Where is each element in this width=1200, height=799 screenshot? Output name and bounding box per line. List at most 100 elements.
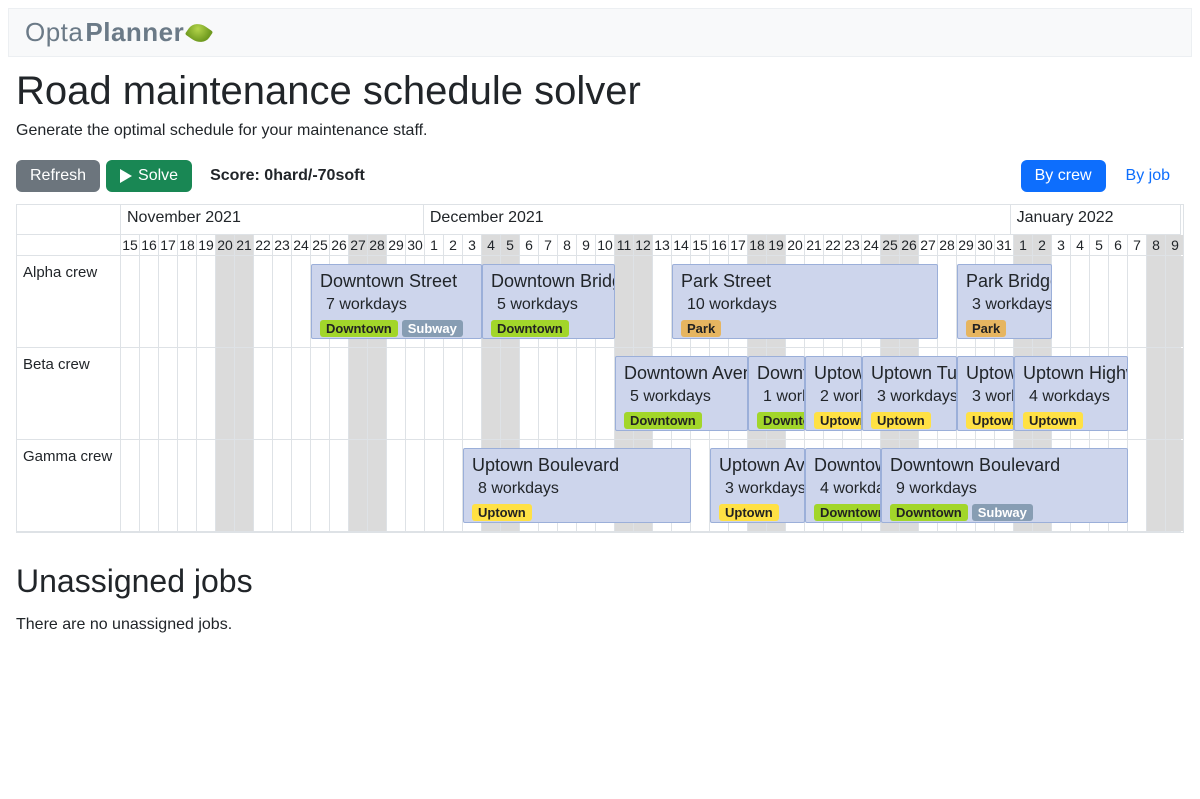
job-block[interactable]: Downtown Bridge 5 workdays Downtown <box>482 264 615 339</box>
day-header: 19 <box>767 235 786 255</box>
job-workdays: 9 workdays <box>896 480 1119 498</box>
brand-logo: OptaPlanner <box>25 17 210 48</box>
day-header: 22 <box>254 235 273 255</box>
page-subtitle: Generate the optimal schedule for your m… <box>16 122 1184 140</box>
day-header: 12 <box>634 235 653 255</box>
day-header: 21 <box>805 235 824 255</box>
refresh-button[interactable]: Refresh <box>16 160 100 192</box>
day-header: 24 <box>292 235 311 255</box>
job-tag: Downtown <box>624 412 702 429</box>
job-title: Downtown Bridge <box>491 271 606 292</box>
crew-label: Alpha crew <box>17 256 121 347</box>
month-header: January 2022 <box>1011 205 1181 234</box>
crew-row: Alpha crew Downtown Street 7 workdays Downt… <box>17 256 1181 348</box>
day-header: 22 <box>824 235 843 255</box>
job-title: Downtown Street <box>320 271 473 292</box>
crew-label: Beta crew <box>17 348 121 439</box>
day-header: 4 <box>1071 235 1090 255</box>
job-tag: Downtown <box>814 504 881 521</box>
job-block[interactable]: Uptown2 workdaysUptown <box>805 356 862 431</box>
day-header: 27 <box>919 235 938 255</box>
day-header: 25 <box>311 235 330 255</box>
day-header: 3 <box>1052 235 1071 255</box>
job-tag: Uptown <box>719 504 779 521</box>
solve-button[interactable]: Solve <box>106 160 192 192</box>
job-block[interactable]: Uptown Avenue3 workdaysUptown <box>710 448 805 523</box>
day-header: 29 <box>957 235 976 255</box>
job-tag: Park <box>681 320 721 337</box>
day-header: 6 <box>1109 235 1128 255</box>
day-header: 20 <box>786 235 805 255</box>
job-tag: Uptown <box>1023 412 1083 429</box>
job-block[interactable]: Uptown Boulevard8 workdaysUptown <box>463 448 691 523</box>
job-workdays: 1 workday <box>763 388 796 406</box>
job-title: Uptown <box>814 363 853 384</box>
day-header: 2 <box>1033 235 1052 255</box>
crew-row: Gamma crew Uptown Boulevard8 workdaysUpto… <box>17 440 1181 532</box>
solve-label: Solve <box>138 167 178 185</box>
day-header: 23 <box>273 235 292 255</box>
job-block[interactable]: Uptown Highway4 workdaysUptown <box>1014 356 1128 431</box>
job-block[interactable]: Uptown Tunnel3 workdaysUptown <box>862 356 957 431</box>
job-title: Downtown <box>757 363 796 384</box>
unassigned-message: There are no unassigned jobs. <box>16 616 1184 634</box>
navbar: OptaPlanner <box>8 8 1192 57</box>
job-tag: Downtown <box>491 320 569 337</box>
day-header: 28 <box>938 235 957 255</box>
day-header: 9 <box>577 235 596 255</box>
job-block[interactable]: Downtown Street7 workdaysDowntownSubway <box>311 264 482 339</box>
day-header: 11 <box>615 235 634 255</box>
job-tag: Downtown <box>320 320 398 337</box>
job-workdays: 7 workdays <box>326 296 473 314</box>
day-header: 16 <box>710 235 729 255</box>
day-header: 3 <box>463 235 482 255</box>
day-header: 5 <box>1090 235 1109 255</box>
day-header: 8 <box>1147 235 1166 255</box>
job-block[interactable]: Downtown Boulevard9 workdaysDowntownSubw… <box>881 448 1128 523</box>
job-workdays: 8 workdays <box>478 480 682 498</box>
day-header: 16 <box>140 235 159 255</box>
day-header: 7 <box>1128 235 1147 255</box>
day-header: 24 <box>862 235 881 255</box>
job-block[interactable]: Park Street10 workdaysPark <box>672 264 938 339</box>
brand-a: Opta <box>25 17 83 48</box>
day-header: 13 <box>653 235 672 255</box>
job-workdays: 10 workdays <box>687 296 929 314</box>
job-tag: Subway <box>972 504 1033 521</box>
job-tag: Uptown <box>966 412 1014 429</box>
job-block[interactable]: Uptown3 workdaysUptown <box>957 356 1014 431</box>
job-tag: Park <box>966 320 1006 337</box>
day-header: 8 <box>558 235 577 255</box>
by-job-button[interactable]: By job <box>1112 160 1184 192</box>
job-tag: Uptown <box>871 412 931 429</box>
job-workdays: 3 workdays <box>972 296 1043 314</box>
day-header: 19 <box>197 235 216 255</box>
day-header: 23 <box>843 235 862 255</box>
job-block[interactable]: Downtown Avenue5 workdaysDowntown <box>615 356 748 431</box>
day-header: 1 <box>1014 235 1033 255</box>
job-title: Uptown Highway <box>1023 363 1119 384</box>
day-header: 28 <box>368 235 387 255</box>
day-header: 1 <box>425 235 444 255</box>
job-block[interactable]: Park Bridge3 workdaysPark <box>957 264 1052 339</box>
page-title: Road maintenance schedule solver <box>16 69 1184 114</box>
job-block[interactable]: Downtown4 workdaysDowntown <box>805 448 881 523</box>
day-header: 26 <box>900 235 919 255</box>
job-tag: Downtown <box>757 412 805 429</box>
day-header: 21 <box>235 235 254 255</box>
day-header: 17 <box>729 235 748 255</box>
job-workdays: 5 workdays <box>497 296 606 314</box>
day-header: 9 <box>1166 235 1184 255</box>
job-tag: Uptown <box>814 412 862 429</box>
day-header: 17 <box>159 235 178 255</box>
job-workdays: 5 workdays <box>630 388 739 406</box>
job-workdays: 3 workdays <box>972 388 1005 406</box>
day-header: 18 <box>178 235 197 255</box>
month-header: December 2021 <box>424 205 1011 234</box>
play-icon <box>120 169 132 183</box>
day-header: 27 <box>349 235 368 255</box>
crew-label: Gamma crew <box>17 440 121 531</box>
job-title: Uptown Tunnel <box>871 363 948 384</box>
job-block[interactable]: Downtown 1 workday Downtown <box>748 356 805 431</box>
by-crew-button[interactable]: By crew <box>1021 160 1106 192</box>
